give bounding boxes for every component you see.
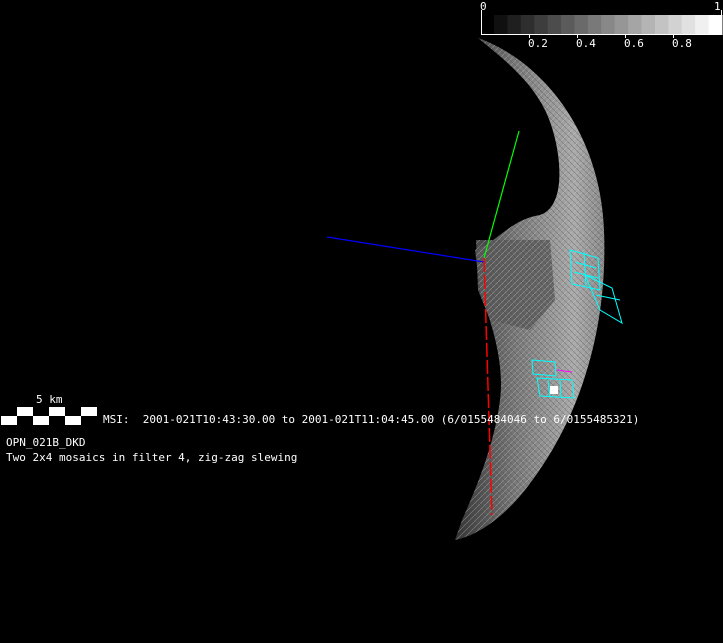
asteroid-surface [455, 38, 605, 540]
colorbar-step [695, 15, 710, 34]
colorbar-step [628, 15, 643, 34]
colorbar-step [587, 15, 602, 34]
colorbar-step [561, 15, 575, 34]
colorbar-tick-label: 0.6 [624, 37, 644, 50]
colorbar-step [520, 15, 535, 34]
scale-bar-segment [81, 416, 97, 425]
msi-time-range: MSI: 2001-021T10:43:30.00 to 2001-021T11… [103, 413, 640, 426]
colorbar-step [507, 15, 522, 34]
colorbar-step [681, 15, 696, 34]
scale-bar [1, 407, 97, 425]
colorbar-step [547, 15, 562, 34]
colorbar-step [614, 15, 629, 34]
scale-bar-segment [17, 416, 33, 425]
colorbar-step [601, 15, 616, 34]
scale-bar-label: 5 km [36, 393, 63, 406]
colorbar-max-label: 1 [714, 0, 721, 13]
scale-bar-segment [33, 407, 49, 416]
asteroid-render-view[interactable] [0, 0, 723, 643]
scale-bar-segment [1, 407, 17, 416]
colorbar [481, 10, 723, 38]
z-axis-line [326, 236, 485, 263]
scale-bar-segment [49, 416, 65, 425]
observation-id: OPN_021B_DKD [6, 436, 86, 449]
colorbar-step [534, 15, 549, 34]
colorbar-tick-label: 0.2 [528, 37, 548, 50]
scale-bar-segment [65, 407, 81, 416]
colorbar-step [668, 15, 683, 34]
colorbar-tick-label: 0.4 [576, 37, 596, 50]
colorbar-step [494, 15, 508, 34]
colorbar-step [574, 15, 589, 34]
colorbar-step [654, 15, 669, 34]
colorbar-step [708, 15, 723, 34]
colorbar-min-label: 0 [480, 0, 487, 13]
colorbar-step [641, 15, 656, 34]
colorbar-tick-label: 0.8 [672, 37, 692, 50]
observation-description: Two 2x4 mosaics in filter 4, zig-zag sle… [6, 451, 298, 464]
